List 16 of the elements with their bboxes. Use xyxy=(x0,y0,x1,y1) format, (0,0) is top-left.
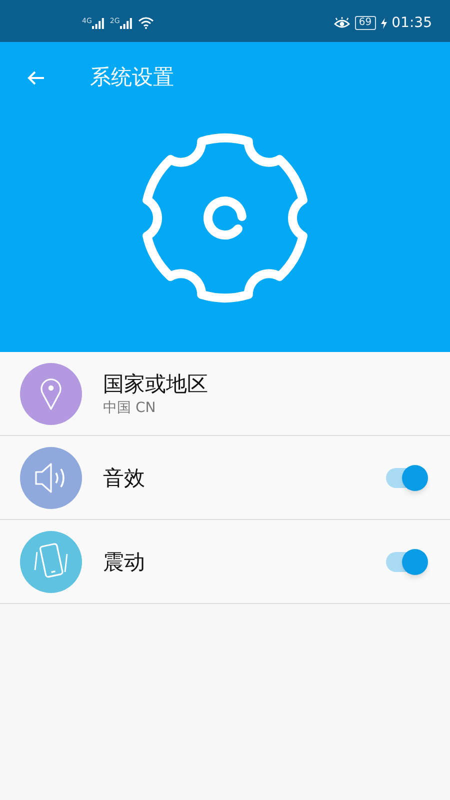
eye-icon xyxy=(334,17,350,29)
location-pin-icon xyxy=(40,376,62,410)
setting-value: 中国 CN xyxy=(103,398,157,418)
charging-icon xyxy=(380,18,387,28)
signal-icon xyxy=(92,18,104,28)
setting-title: 震动 xyxy=(103,548,146,576)
page-title: 系统设置 xyxy=(90,64,174,92)
status-time: 01:35 xyxy=(392,14,432,32)
back-arrow-icon xyxy=(27,70,45,86)
wifi-icon xyxy=(138,17,154,29)
toggle-switch[interactable] xyxy=(386,468,426,488)
setting-title: 国家或地区 xyxy=(103,370,209,398)
setting-title: 音效 xyxy=(103,464,146,492)
battery-level: 69 xyxy=(354,16,376,30)
signal-icon xyxy=(120,18,132,28)
toggle-switch[interactable] xyxy=(386,552,426,572)
